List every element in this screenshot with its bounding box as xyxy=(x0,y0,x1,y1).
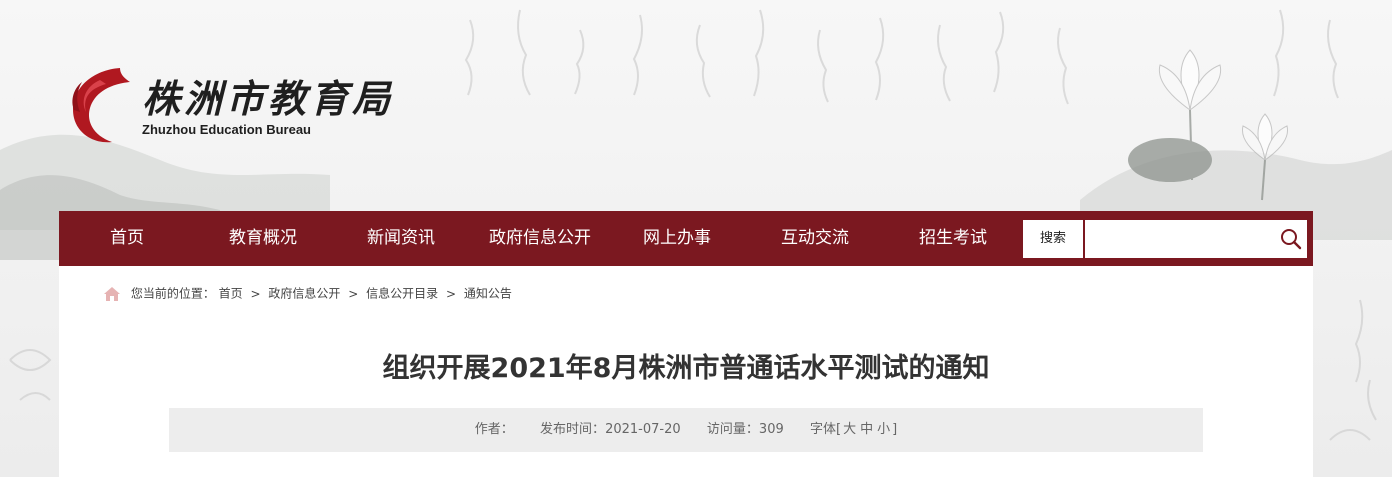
main-nav: 首页 教育概况 新闻资讯 政府信息公开 网上办事 互动交流 招生考试 搜索 xyxy=(59,211,1313,266)
font-size-large-link[interactable]: 大 xyxy=(843,422,856,437)
home-icon xyxy=(104,286,120,301)
search-icon[interactable] xyxy=(1279,227,1303,251)
breadcrumb-prefix: 您当前的位置： xyxy=(130,286,215,301)
breadcrumb-separator: > xyxy=(348,286,359,301)
font-size-small-link[interactable]: 小 xyxy=(877,422,890,437)
logo-title: 株洲市教育局 xyxy=(142,76,395,121)
breadcrumb-item-notices[interactable]: 通知公告 xyxy=(464,287,512,301)
site-logo[interactable]: 株洲市教育局 Zhuzhou Education Bureau xyxy=(60,60,390,150)
search-input[interactable] xyxy=(1085,220,1307,258)
article-title: 组织开展2021年8月株洲市普通话水平测试的通知 xyxy=(382,353,990,384)
breadcrumb-item-catalog[interactable]: 信息公开目录 xyxy=(366,287,438,301)
breadcrumb-item-home[interactable]: 首页 xyxy=(219,287,243,301)
views-label: 访问量： xyxy=(706,422,759,437)
font-size-label: 字体[ xyxy=(810,422,842,437)
search-label[interactable]: 搜索 xyxy=(1023,220,1083,258)
main-content: 您当前的位置： 首页 > 政府信息公开 > 信息公开目录 > 通知公告 组织开展… xyxy=(59,266,1313,477)
nav-item-news[interactable]: 新闻资讯 xyxy=(353,211,449,266)
logo-subtitle: Zhuzhou Education Bureau xyxy=(142,122,311,137)
article-meta: 作者： 发布时间：2021-07-20 访问量：309 字体[大中小] xyxy=(169,408,1203,452)
font-size-close: ] xyxy=(892,422,898,437)
breadcrumb: 您当前的位置： 首页 > 政府信息公开 > 信息公开目录 > 通知公告 xyxy=(103,284,512,302)
publish-time-label: 发布时间： xyxy=(540,422,606,437)
nav-item-enrollment[interactable]: 招生考试 xyxy=(905,211,1001,266)
nav-item-home[interactable]: 首页 xyxy=(79,211,175,266)
font-size-medium-link[interactable]: 中 xyxy=(860,422,873,437)
author-label: 作者： xyxy=(474,422,514,437)
nav-item-interaction[interactable]: 互动交流 xyxy=(767,211,863,266)
views-count: 309 xyxy=(758,422,784,437)
breadcrumb-separator: > xyxy=(250,286,261,301)
breadcrumb-item-gov-info[interactable]: 政府信息公开 xyxy=(268,287,340,301)
logo-emblem-icon xyxy=(72,68,130,143)
breadcrumb-separator: > xyxy=(445,286,457,301)
publish-time-value: 2021-07-20 xyxy=(605,422,681,437)
nav-item-overview[interactable]: 教育概况 xyxy=(215,211,311,266)
nav-item-online-service[interactable]: 网上办事 xyxy=(629,211,725,266)
nav-item-gov-info[interactable]: 政府信息公开 xyxy=(477,211,603,266)
font-size-control: 字体[大中小] xyxy=(810,422,897,437)
